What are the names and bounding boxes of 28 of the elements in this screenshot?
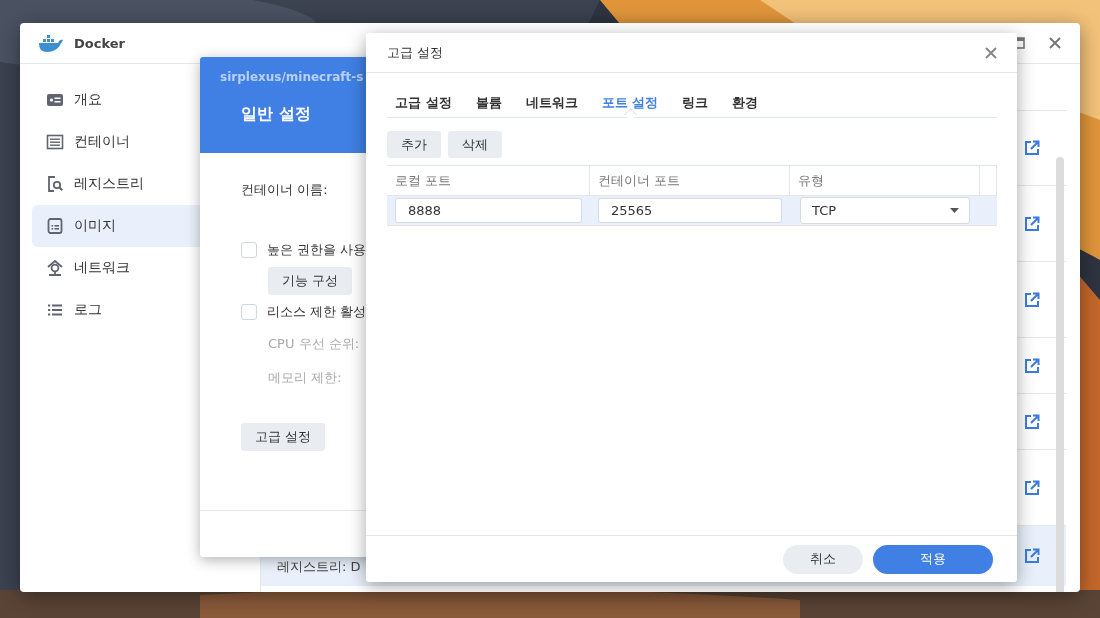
checkbox-label: 리소스 제한 활성 (267, 303, 367, 321)
image-name: sirplexus/minecraft-s (220, 70, 365, 84)
column-header: 유형 (790, 166, 980, 195)
column-header: 컨테이너 포트 (590, 166, 790, 195)
row-text: 레지스트리: D (277, 558, 361, 576)
field-label: 메모리 제한: (268, 369, 343, 387)
local-port-field[interactable]: 8888 (395, 198, 582, 223)
toolbar-button[interactable]: 추가 (387, 131, 441, 158)
tab[interactable]: 고급 설정 (395, 89, 452, 117)
tab[interactable]: 네트워크 (525, 89, 578, 117)
apply-button[interactable]: 적용 (873, 544, 993, 574)
checkbox-label: 높은 권한을 사용 (267, 241, 367, 259)
tab[interactable]: 포트 설정 (601, 89, 659, 117)
column-header: 로컬 포트 (387, 166, 590, 195)
type-dropdown[interactable]: TCP (800, 197, 970, 224)
tab[interactable]: 환경 (732, 89, 759, 117)
window-title: Docker (74, 35, 125, 51)
capabilities-button[interactable]: 기능 구성 (268, 267, 353, 295)
field-label: CPU 우선 순위: (268, 335, 361, 353)
tab[interactable]: 링크 (682, 89, 709, 117)
container-port-field[interactable]: 25565 (598, 198, 782, 223)
dialog-title: 고급 설정 (387, 43, 444, 62)
dialog-title: 일반 설정 (241, 104, 312, 125)
table-row[interactable]: 8888 25565 TCP (387, 196, 997, 226)
toolbar-button[interactable]: 삭제 (448, 131, 502, 158)
advanced-settings-button[interactable]: 고급 설정 (241, 423, 326, 451)
cancel-button[interactable]: 취소 (783, 544, 863, 574)
tab[interactable]: 볼륨 (475, 89, 502, 117)
